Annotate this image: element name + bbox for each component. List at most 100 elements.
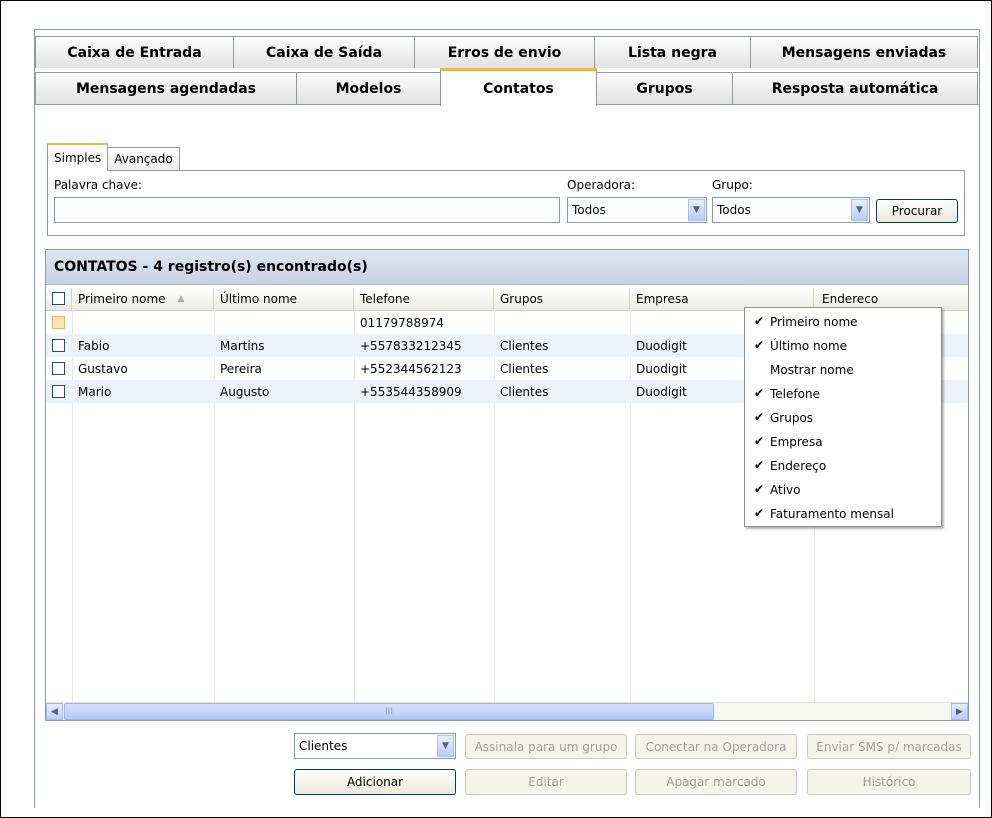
group-select[interactable]: Todos ▼ xyxy=(712,197,870,223)
assign-group-button[interactable]: Assinala para um grupo xyxy=(465,734,627,759)
menu-item-telefone[interactable]: ✔ Telefone xyxy=(745,382,941,406)
menu-item-label: Endereço xyxy=(770,459,827,473)
col-ultimo-nome-label: Último nome xyxy=(220,292,298,306)
scroll-grip: III xyxy=(385,706,393,717)
menu-item-faturamento-mensal[interactable]: ✔ Faturamento mensal xyxy=(745,502,941,526)
tab-simples[interactable]: Simples xyxy=(47,143,109,171)
chevron-down-icon[interactable]: ▼ xyxy=(851,199,868,221)
cell-grupos: Clientes xyxy=(500,384,549,399)
edit-button[interactable]: Editar xyxy=(465,769,627,795)
assign-group-select[interactable]: Clientes ▼ xyxy=(294,733,456,759)
scroll-left-icon[interactable]: ◀ xyxy=(46,703,63,720)
menu-item-label: Mostrar nome xyxy=(770,363,854,377)
menu-item-label: Último nome xyxy=(770,339,848,353)
cell-primeiro-nome: Gustavo xyxy=(78,361,128,376)
row-checkbox[interactable] xyxy=(52,362,65,375)
tab-caixa-de-entrada[interactable]: Caixa de Entrada xyxy=(35,36,234,68)
cell-ultimo-nome: Augusto xyxy=(220,384,270,399)
sort-asc-icon: ▲ xyxy=(177,294,185,304)
chevron-down-icon[interactable]: ▼ xyxy=(688,199,705,221)
select-all-checkbox[interactable] xyxy=(52,292,65,305)
tab-mensagens-agendadas[interactable]: Mensagens agendadas xyxy=(35,72,297,104)
tab-erros-de-envio[interactable]: Erros de envio xyxy=(414,36,595,68)
tab-lista-negra[interactable]: Lista negra xyxy=(594,36,751,68)
col-primeiro-nome[interactable]: Primeiro nome ▲ xyxy=(72,288,214,310)
tab-caixa-de-saida[interactable]: Caixa de Saída xyxy=(233,36,415,68)
group-label: Grupo: xyxy=(712,178,753,192)
cell-empresa xyxy=(630,311,636,334)
keyword-label: Palavra chave: xyxy=(54,178,143,192)
chevron-down-icon[interactable]: ▼ xyxy=(437,735,454,757)
row-checkbox[interactable] xyxy=(52,385,65,398)
menu-item-mostrar-nome[interactable]: Mostrar nome xyxy=(745,358,941,382)
cell-grupos: Clientes xyxy=(500,338,549,353)
cell-empresa: Duodigit xyxy=(636,361,687,376)
search-button[interactable]: Procurar xyxy=(876,199,958,223)
cell-ultimo-nome: Martins xyxy=(220,338,265,353)
tab-grupos[interactable]: Grupos xyxy=(596,72,733,104)
cell-empresa: Duodigit xyxy=(636,338,687,353)
column-visibility-menu: ✔ Primeiro nome ✔ Último nome Mostrar nome… xyxy=(744,307,942,527)
send-sms-button[interactable]: Enviar SMS p/ marcadas xyxy=(807,734,971,759)
col-grupos[interactable]: Grupos xyxy=(494,288,630,310)
row-checkbox[interactable] xyxy=(52,339,65,352)
horizontal-scrollbar[interactable]: ◀ III ▶ xyxy=(46,702,968,720)
menu-item-empresa[interactable]: ✔ Empresa xyxy=(745,430,941,454)
tab-row-bottom: Mensagens agendadas Modelos Contatos Gru… xyxy=(35,68,978,106)
check-icon: ✔ xyxy=(754,410,765,424)
col-grupos-label: Grupos xyxy=(500,292,544,306)
col-ultimo-nome[interactable]: Último nome xyxy=(214,288,354,310)
cell-primeiro-nome: Mario xyxy=(78,384,112,399)
tab-modelos[interactable]: Modelos xyxy=(296,72,441,104)
cell-empresa: Duodigit xyxy=(636,384,687,399)
search-panel: Palavra chave: Operadora: Todos ▼ Grupo:… xyxy=(47,170,965,236)
operator-select[interactable]: Todos ▼ xyxy=(567,197,707,223)
cell-primeiro-nome xyxy=(72,311,78,334)
add-button[interactable]: Adicionar xyxy=(294,769,456,795)
tab-mensagens-enviadas[interactable]: Mensagens enviadas xyxy=(750,36,978,68)
menu-item-label: Faturamento mensal xyxy=(770,507,894,521)
select-all-cell xyxy=(46,288,72,310)
cell-telefone: +553544358909 xyxy=(360,384,462,399)
check-icon: ✔ xyxy=(754,386,765,400)
menu-item-label: Empresa xyxy=(770,435,823,449)
keyword-input[interactable] xyxy=(54,197,560,223)
cell-ultimo-nome: Pereira xyxy=(220,361,262,376)
tab-row-top: Caixa de Entrada Caixa de Saída Erros de… xyxy=(35,36,978,68)
menu-item-grupos[interactable]: ✔ Grupos xyxy=(745,406,941,430)
operator-value: Todos xyxy=(572,203,606,217)
history-button[interactable]: Histórico xyxy=(807,769,971,795)
col-primeiro-nome-label: Primeiro nome xyxy=(78,292,166,306)
col-empresa-label: Empresa xyxy=(636,292,689,306)
scroll-right-icon[interactable]: ▶ xyxy=(951,703,968,720)
check-icon: ✔ xyxy=(754,482,765,496)
delete-marked-button[interactable]: Apagar marcado xyxy=(635,769,797,795)
col-endereco-label: Endereco xyxy=(822,292,879,306)
menu-item-primeiro-nome[interactable]: ✔ Primeiro nome xyxy=(745,310,941,334)
operator-label: Operadora: xyxy=(567,178,636,192)
menu-item-label: Telefone xyxy=(770,387,820,401)
cell-primeiro-nome: Fabio xyxy=(78,338,110,353)
col-telefone[interactable]: Telefone xyxy=(354,288,494,310)
connect-operator-button[interactable]: Conectar na Operadora xyxy=(635,734,797,759)
row-checkbox[interactable] xyxy=(52,316,65,329)
cell-grupos: Clientes xyxy=(500,361,549,376)
grid-title: CONTATOS - 4 registro(s) encontrado(s) xyxy=(46,250,968,285)
menu-item-ultimo-nome[interactable]: ✔ Último nome xyxy=(745,334,941,358)
tab-contatos[interactable]: Contatos xyxy=(440,68,597,106)
cell-telefone: +557833212345 xyxy=(360,338,462,353)
menu-item-ativo[interactable]: ✔ Ativo xyxy=(745,478,941,502)
cell-telefone: 01179788974 xyxy=(360,315,444,330)
group-value: Todos xyxy=(717,203,751,217)
check-icon: ✔ xyxy=(754,506,765,520)
check-icon: ✔ xyxy=(754,338,765,352)
check-icon: ✔ xyxy=(754,314,765,328)
assign-group-value: Clientes xyxy=(299,739,348,753)
tab-resposta-automatica[interactable]: Resposta automática xyxy=(732,72,978,104)
scroll-thumb[interactable]: III xyxy=(64,703,714,720)
menu-item-endereco[interactable]: ✔ Endereço xyxy=(745,454,941,478)
tab-avancado[interactable]: Avançado xyxy=(107,147,180,170)
cell-telefone: +552344562123 xyxy=(360,361,462,376)
col-telefone-label: Telefone xyxy=(360,292,410,306)
cell-grupos xyxy=(494,311,500,334)
